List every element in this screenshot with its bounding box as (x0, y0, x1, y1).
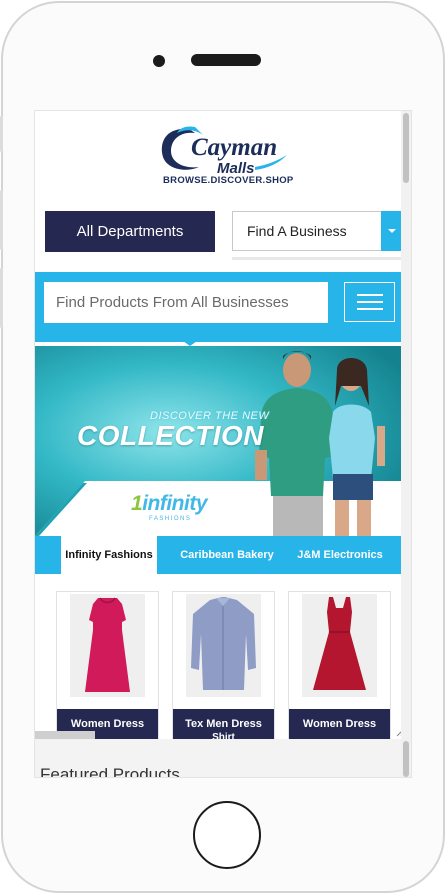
featured-section: Featured Products (35, 739, 411, 778)
featured-products-heading: Featured Products (40, 765, 180, 778)
camera-icon (153, 55, 165, 67)
infinity-logo-word: infinity (142, 492, 208, 515)
logo-word-cayman: Cayman (191, 134, 277, 161)
mute-switch (0, 116, 3, 152)
select-shadow (232, 257, 402, 260)
volume-up-button (0, 190, 3, 250)
all-departments-button[interactable]: All Departments (45, 211, 215, 252)
vertical-scrollbar[interactable] (401, 111, 411, 777)
product-image[interactable] (186, 594, 261, 697)
business-tabs: Infinity Fashions Caribbean Bakery J&M E… (35, 536, 411, 574)
infinity-logo-mark: 1 (131, 492, 143, 515)
tab-caribbean-bakery[interactable]: Caribbean Bakery (169, 536, 285, 574)
scrollbar-thumb[interactable] (403, 113, 409, 183)
product-search-input[interactable] (44, 282, 328, 323)
infinity-logo-subtext: FASHIONS (149, 516, 192, 522)
promo-banner[interactable]: DISCOVER THE NEW COLLECTION 1infinity FA… (35, 346, 411, 536)
product-card[interactable]: Women Dress (288, 591, 391, 743)
product-card[interactable]: Women Dress (56, 591, 159, 743)
find-business-value: Find A Business (247, 223, 347, 239)
active-tab-indicator (119, 524, 137, 536)
find-business-select[interactable]: Find A Business (232, 211, 402, 251)
product-image[interactable] (302, 594, 377, 697)
product-card[interactable]: Tex Men Dress Shirt (172, 591, 275, 743)
scrollbar-thumb-lower[interactable] (403, 741, 409, 777)
volume-down-button (0, 268, 3, 328)
home-button[interactable] (193, 801, 261, 869)
horizontal-scrollbar[interactable] (35, 731, 95, 739)
search-bar (35, 272, 411, 342)
phone-screen: Cayman Malls BROWSE.DISCOVER.SHOP All De… (34, 110, 412, 778)
chevron-down-icon[interactable] (381, 211, 402, 251)
infinity-fashions-logo: 1infinity (131, 492, 208, 516)
tab-jm-electronics[interactable]: J&M Electronics (287, 536, 393, 574)
product-image[interactable] (70, 594, 145, 697)
tab-infinity-fashions[interactable]: Infinity Fashions (61, 536, 157, 574)
logo-tagline: BROWSE.DISCOVER.SHOP (163, 175, 294, 186)
speaker-grille (191, 54, 261, 66)
hamburger-menu-button[interactable] (344, 282, 395, 322)
product-name[interactable]: Women Dress (289, 709, 390, 742)
menu-icon (356, 294, 383, 296)
banner-collection-text: COLLECTION (77, 420, 264, 451)
